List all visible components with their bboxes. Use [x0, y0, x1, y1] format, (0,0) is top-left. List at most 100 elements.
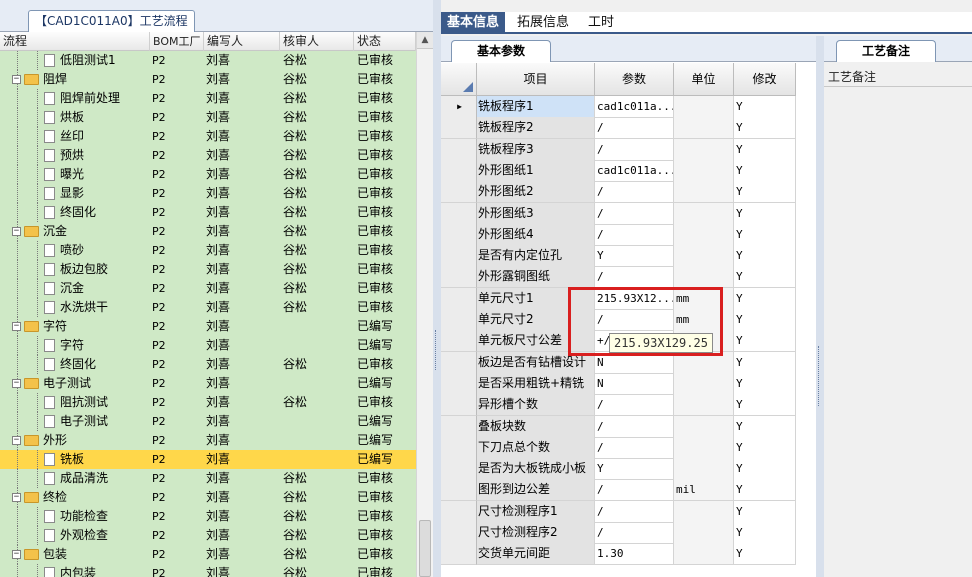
modify-cell[interactable]: Y: [734, 245, 796, 268]
modify-cell[interactable]: Y: [734, 223, 796, 246]
col-header-reviewer[interactable]: 核审人: [280, 32, 354, 51]
grid-row[interactable]: 是否有内定位孔 Y Y: [441, 245, 816, 268]
tree-node[interactable]: 终固化: [44, 203, 96, 222]
tree-scrollbar[interactable]: ▲: [416, 32, 433, 577]
tree-row[interactable]: 烘板 P2 刘喜 谷松 已审核: [0, 108, 416, 127]
process-flow-tab[interactable]: 【CAD1C011A0】工艺流程: [28, 10, 195, 32]
row-indicator[interactable]: [441, 458, 477, 481]
tree-row[interactable]: 低阻测试1 P2 刘喜 谷松 已审核: [0, 51, 416, 70]
modify-cell[interactable]: Y: [734, 351, 796, 374]
modify-cell[interactable]: Y: [734, 309, 796, 331]
item-cell[interactable]: 外形图纸3: [477, 202, 595, 225]
tree-row[interactable]: 丝印 P2 刘喜 谷松 已审核: [0, 127, 416, 146]
tree-row[interactable]: 外观检查 P2 刘喜 谷松 已审核: [0, 526, 416, 545]
item-cell[interactable]: 铣板程序3: [477, 138, 595, 161]
tree-node[interactable]: 显影: [44, 184, 84, 203]
tree-node[interactable]: 阻焊前处理: [44, 89, 120, 108]
tree-node[interactable]: 曝光: [44, 165, 84, 184]
unit-cell[interactable]: [674, 159, 734, 182]
tree-node[interactable]: 沉金: [44, 279, 84, 298]
unit-cell[interactable]: [674, 500, 734, 523]
item-cell[interactable]: 异形槽个数: [477, 394, 595, 417]
collapse-icon[interactable]: −: [12, 493, 21, 502]
grid-row[interactable]: ▶ 铣板程序1 cad1c011a... Y: [441, 96, 816, 118]
tree-node[interactable]: 喷砂: [44, 241, 84, 260]
modify-cell[interactable]: Y: [734, 436, 796, 459]
param-cell[interactable]: /: [595, 181, 674, 204]
row-indicator[interactable]: [441, 351, 477, 374]
modify-cell[interactable]: Y: [734, 394, 796, 417]
tree-node[interactable]: 终固化: [44, 355, 96, 374]
grid-row[interactable]: 铣板程序2/ Y: [441, 117, 816, 140]
grid-row[interactable]: 外形图纸2/ Y: [441, 181, 816, 204]
item-cell[interactable]: 下刀点总个数: [477, 436, 595, 459]
collapse-icon[interactable]: −: [12, 322, 21, 331]
grid-row[interactable]: 叠板块数 / Y: [441, 415, 816, 438]
tree-row[interactable]: 电子测试 P2 刘喜 已编写: [0, 412, 416, 431]
modify-cell[interactable]: Y: [734, 458, 796, 481]
unit-cell[interactable]: [674, 415, 734, 438]
tree-row[interactable]: − 阻焊 P2 刘喜 谷松 已审核: [0, 70, 416, 89]
tree-row[interactable]: 终固化 P2 刘喜 谷松 已审核: [0, 355, 416, 374]
tree-row[interactable]: − 终检 P2 刘喜 谷松 已审核: [0, 488, 416, 507]
param-cell[interactable]: 1.30: [595, 543, 674, 566]
param-cell[interactable]: /: [595, 202, 674, 225]
unit-cell[interactable]: [674, 181, 734, 204]
tree-node[interactable]: 成品清洗: [44, 469, 108, 488]
tree-row[interactable]: 喷砂 P2 刘喜 谷松 已审核: [0, 241, 416, 260]
item-cell[interactable]: 是否有内定位孔: [477, 245, 595, 268]
unit-cell[interactable]: [674, 394, 734, 417]
modify-cell[interactable]: Y: [734, 543, 796, 566]
col-header-modify[interactable]: 修改: [734, 63, 796, 96]
row-indicator[interactable]: [441, 500, 477, 523]
row-indicator[interactable]: [441, 202, 477, 225]
tree-row[interactable]: 曝光 P2 刘喜 谷松 已审核: [0, 165, 416, 184]
unit-cell[interactable]: [674, 543, 734, 566]
row-indicator[interactable]: [441, 330, 477, 353]
col-header-item[interactable]: 项目: [477, 63, 595, 96]
tree-row[interactable]: 铣板 P2 刘喜 已编写: [0, 450, 416, 469]
row-indicator[interactable]: [441, 436, 477, 459]
tree-row[interactable]: − 沉金 P2 刘喜 谷松 已审核: [0, 222, 416, 241]
tree-node[interactable]: 烘板: [44, 108, 84, 127]
tree-row[interactable]: − 字符 P2 刘喜 已编写: [0, 317, 416, 336]
item-cell[interactable]: 交货单元间距: [477, 543, 595, 566]
grid-row[interactable]: 外形露铜图纸 / Y: [441, 266, 816, 289]
modify-cell[interactable]: Y: [734, 117, 796, 140]
col-header-status[interactable]: 状态: [354, 32, 416, 51]
tree-row[interactable]: 终固化 P2 刘喜 谷松 已审核: [0, 203, 416, 222]
param-cell[interactable]: /: [595, 138, 674, 161]
scroll-thumb[interactable]: [419, 520, 431, 577]
param-cell[interactable]: /: [595, 415, 674, 438]
tree-node[interactable]: 电子测试: [44, 412, 108, 431]
item-cell[interactable]: 外形图纸4: [477, 223, 595, 246]
item-cell[interactable]: 外形露铜图纸: [477, 266, 595, 289]
unit-cell[interactable]: [674, 117, 734, 140]
collapse-icon[interactable]: −: [12, 379, 21, 388]
tree-node[interactable]: 丝印: [44, 127, 84, 146]
tree-node[interactable]: − 包装: [12, 545, 67, 564]
row-indicator[interactable]: [441, 159, 477, 182]
modify-cell[interactable]: Y: [734, 479, 796, 502]
grid-row[interactable]: 尺寸检测程序2/ Y: [441, 522, 816, 544]
param-cell[interactable]: cad1c011a...: [595, 159, 674, 182]
modify-cell[interactable]: Y: [734, 330, 796, 353]
unit-cell[interactable]: [674, 245, 734, 268]
tree-row[interactable]: 预烘 P2 刘喜 谷松 已审核: [0, 146, 416, 165]
item-cell[interactable]: 是否为大板铣成小板: [477, 458, 595, 481]
modify-cell[interactable]: Y: [734, 96, 796, 118]
tree-node[interactable]: 预烘: [44, 146, 84, 165]
param-cell[interactable]: cad1c011a...: [595, 96, 674, 118]
modify-cell[interactable]: Y: [734, 372, 796, 395]
tree-node[interactable]: 字符: [44, 336, 84, 355]
tree-row[interactable]: 板边包胶 P2 刘喜 谷松 已审核: [0, 260, 416, 279]
tree-node[interactable]: − 电子测试: [12, 374, 91, 393]
param-cell[interactable]: Y: [595, 245, 674, 268]
tree-row[interactable]: 字符 P2 刘喜 已编写: [0, 336, 416, 355]
tree-node[interactable]: 内包装: [44, 564, 96, 577]
param-cell[interactable]: /: [595, 223, 674, 246]
tree-node[interactable]: 阻抗测试: [44, 393, 108, 412]
tree-node[interactable]: − 外形: [12, 431, 67, 450]
tree-row[interactable]: 内包装 P2 刘喜 谷松 已审核: [0, 564, 416, 577]
collapse-icon[interactable]: −: [12, 75, 21, 84]
